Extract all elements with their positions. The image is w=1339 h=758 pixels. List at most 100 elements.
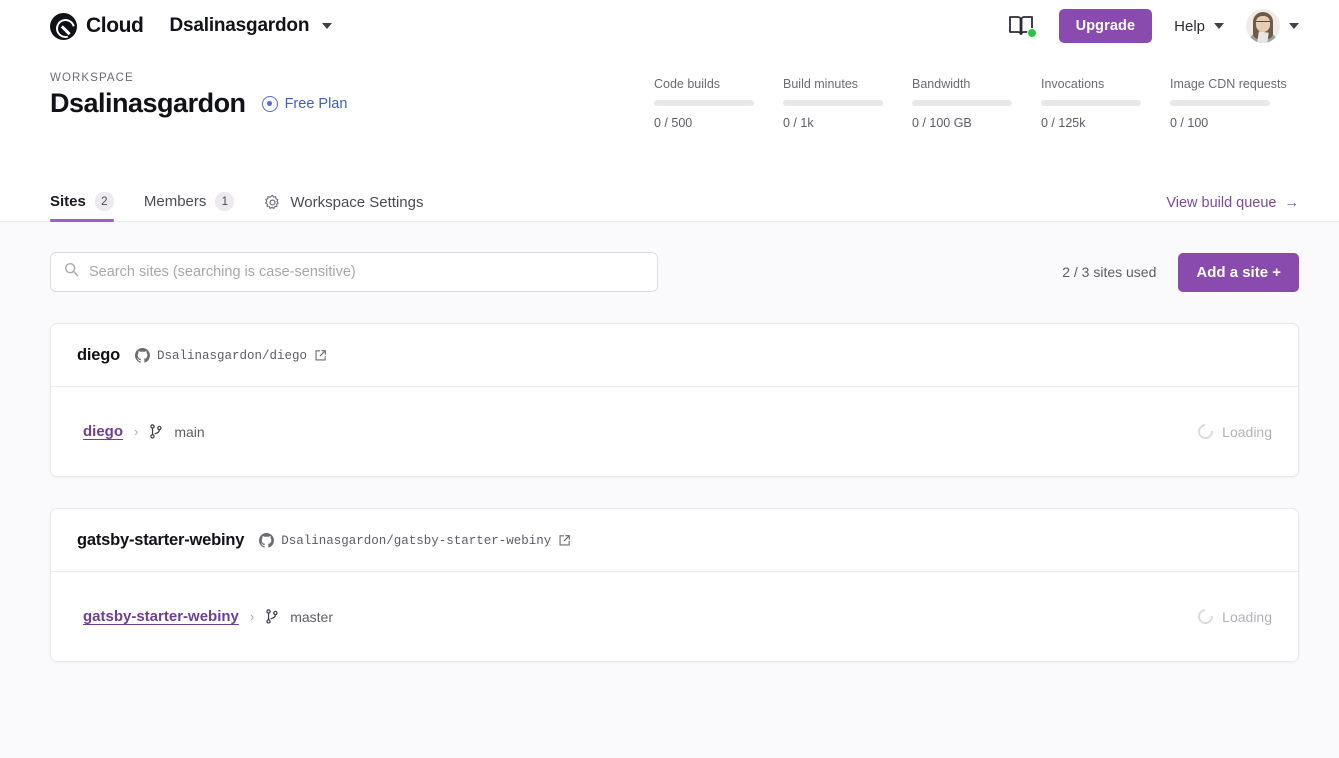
plan-label: Free Plan bbox=[284, 95, 348, 112]
usage-metric-label: Invocations bbox=[1041, 77, 1105, 91]
avatar bbox=[1246, 9, 1280, 43]
chevron-right-icon: › bbox=[134, 424, 139, 439]
site-card-body: diego › main Loading bbox=[51, 387, 1298, 476]
add-site-label: Add a site bbox=[1196, 263, 1269, 281]
top-navigation-actions: Upgrade Help bbox=[1007, 9, 1299, 43]
brand-name: Cloud bbox=[86, 14, 144, 37]
tab-badge: 2 bbox=[94, 192, 114, 211]
usage-metric-label: Image CDN requests bbox=[1170, 77, 1287, 91]
tab-workspace-settings[interactable]: Workspace Settings bbox=[264, 194, 424, 221]
status-badge: Loading bbox=[1195, 605, 1272, 628]
usage-metrics: Code builds 0 / 500 Build minutes 0 / 1k… bbox=[654, 72, 1299, 130]
sites-panel: 2 / 3 sites used Add a site + diego Dsal… bbox=[0, 222, 1339, 662]
github-icon bbox=[259, 533, 275, 548]
site-card-header: gatsby-starter-webiny Dsalinasgardon/gat… bbox=[51, 509, 1298, 572]
usage-metric: Bandwidth 0 / 100 GB bbox=[912, 77, 1041, 130]
plan-badge[interactable]: Free Plan bbox=[261, 95, 348, 112]
view-build-queue-label: View build queue bbox=[1166, 195, 1277, 211]
site-name: gatsby-starter-webiny bbox=[77, 531, 245, 549]
workspace-header: WORKSPACE Dsalinasgardon Free Plan Code … bbox=[0, 52, 1339, 182]
repository-path: Dsalinasgardon/diego bbox=[157, 348, 308, 363]
usage-metric-bar bbox=[1041, 100, 1141, 106]
sites-used-count: 2 / 3 sites used bbox=[1062, 264, 1157, 280]
tab-label: Sites bbox=[50, 193, 86, 210]
external-link-icon bbox=[314, 349, 327, 362]
book-icon[interactable] bbox=[1007, 13, 1037, 39]
workspace-identity: WORKSPACE Dsalinasgardon Free Plan bbox=[50, 72, 347, 119]
chevron-right-icon: › bbox=[249, 609, 255, 624]
site-name: diego bbox=[77, 346, 120, 364]
plus-icon: + bbox=[1272, 263, 1281, 281]
external-link-icon bbox=[558, 534, 571, 547]
top-navigation-bar: Cloud Dsalinasgardon Upgrade Help bbox=[0, 0, 1339, 52]
workspace-kicker: WORKSPACE bbox=[50, 72, 134, 84]
usage-metric: Build minutes 0 / 1k bbox=[783, 77, 912, 130]
breadcrumb: diego › main bbox=[83, 423, 205, 440]
upgrade-button[interactable]: Upgrade bbox=[1058, 9, 1153, 43]
usage-metric: Invocations 0 / 125k bbox=[1041, 77, 1170, 130]
site-link[interactable]: diego bbox=[83, 423, 123, 440]
spinner-icon bbox=[1195, 605, 1217, 628]
status-dot bbox=[1026, 28, 1037, 38]
usage-metric-label: Build minutes bbox=[783, 77, 859, 91]
usage-metric-bar bbox=[783, 100, 883, 106]
sites-toolbar: 2 / 3 sites used Add a site + bbox=[50, 252, 1299, 292]
help-menu-label: Help bbox=[1174, 17, 1205, 35]
view-build-queue-link[interactable]: View build queue → bbox=[1166, 195, 1299, 221]
usage-metric: Image CDN requests 0 / 100 bbox=[1170, 77, 1299, 130]
workspace-switcher-label: Dsalinasgardon bbox=[169, 15, 310, 36]
gear-icon bbox=[264, 194, 281, 211]
brand-logo[interactable]: Cloud bbox=[50, 12, 144, 40]
status-label: Loading bbox=[1222, 423, 1272, 440]
usage-metric: Code builds 0 / 500 bbox=[654, 77, 783, 130]
repository-path: Dsalinasgardon/gatsby-starter-webiny bbox=[281, 533, 552, 548]
workspace-switcher[interactable]: Dsalinasgardon bbox=[169, 15, 333, 37]
search-input[interactable] bbox=[89, 264, 644, 280]
usage-metric-label: Code builds bbox=[654, 77, 721, 91]
usage-metric-bar bbox=[912, 100, 1012, 106]
usage-metric-label: Bandwidth bbox=[912, 77, 971, 91]
tab-label: Workspace Settings bbox=[290, 194, 424, 211]
arrow-right-icon: → bbox=[1284, 195, 1300, 211]
branch-name: main bbox=[174, 423, 205, 440]
breadcrumb: gatsby-starter-webiny › master bbox=[83, 608, 333, 625]
branch-icon bbox=[265, 609, 279, 624]
spinner-icon bbox=[1195, 420, 1217, 443]
site-card: gatsby-starter-webiny Dsalinasgardon/gat… bbox=[50, 508, 1299, 662]
repository-link[interactable]: Dsalinasgardon/diego bbox=[135, 348, 327, 363]
branch-name: master bbox=[290, 608, 334, 625]
usage-metric-bar bbox=[654, 100, 754, 106]
tab-label: Members bbox=[143, 193, 207, 210]
site-card: diego Dsalinasgardon/diego diego › main … bbox=[50, 323, 1299, 477]
tab-members[interactable]: Members 1 bbox=[144, 192, 235, 221]
github-icon bbox=[135, 348, 150, 363]
usage-metric-bar bbox=[1170, 100, 1270, 106]
status-badge: Loading bbox=[1195, 420, 1272, 443]
sites-toolbar-actions: 2 / 3 sites used Add a site + bbox=[1062, 252, 1299, 292]
tab-list: Sites 2 Members 1 Workspace Settings bbox=[50, 192, 424, 222]
tab-bar: Sites 2 Members 1 Workspace Settings Vie… bbox=[0, 182, 1339, 222]
search-sites-box[interactable] bbox=[50, 252, 658, 292]
usage-metric-value: 0 / 125k bbox=[1041, 116, 1086, 130]
branch-icon bbox=[149, 424, 163, 439]
tab-sites[interactable]: Sites 2 bbox=[50, 192, 114, 222]
gatsby-logo-icon bbox=[50, 12, 77, 40]
usage-metric-value: 0 / 500 bbox=[654, 116, 693, 130]
plan-target-icon bbox=[261, 95, 278, 112]
site-card-header: diego Dsalinasgardon/diego bbox=[51, 324, 1298, 387]
help-menu[interactable]: Help bbox=[1174, 18, 1224, 35]
account-menu[interactable] bbox=[1246, 9, 1299, 43]
chevron-down-icon bbox=[1214, 23, 1224, 29]
search-icon bbox=[64, 262, 79, 282]
status-label: Loading bbox=[1222, 608, 1272, 625]
tab-badge: 1 bbox=[215, 192, 235, 211]
usage-metric-value: 0 / 100 bbox=[1170, 116, 1209, 130]
site-link[interactable]: gatsby-starter-webiny bbox=[83, 608, 239, 625]
site-card-body: gatsby-starter-webiny › master Loading bbox=[51, 572, 1298, 661]
chevron-down-icon bbox=[322, 23, 333, 29]
chevron-down-icon bbox=[1289, 23, 1299, 29]
add-site-button[interactable]: Add a site + bbox=[1178, 252, 1299, 292]
usage-metric-value: 0 / 1k bbox=[783, 116, 814, 130]
repository-link[interactable]: Dsalinasgardon/gatsby-starter-webiny bbox=[259, 533, 571, 548]
page-title: Dsalinasgardon bbox=[50, 88, 246, 118]
